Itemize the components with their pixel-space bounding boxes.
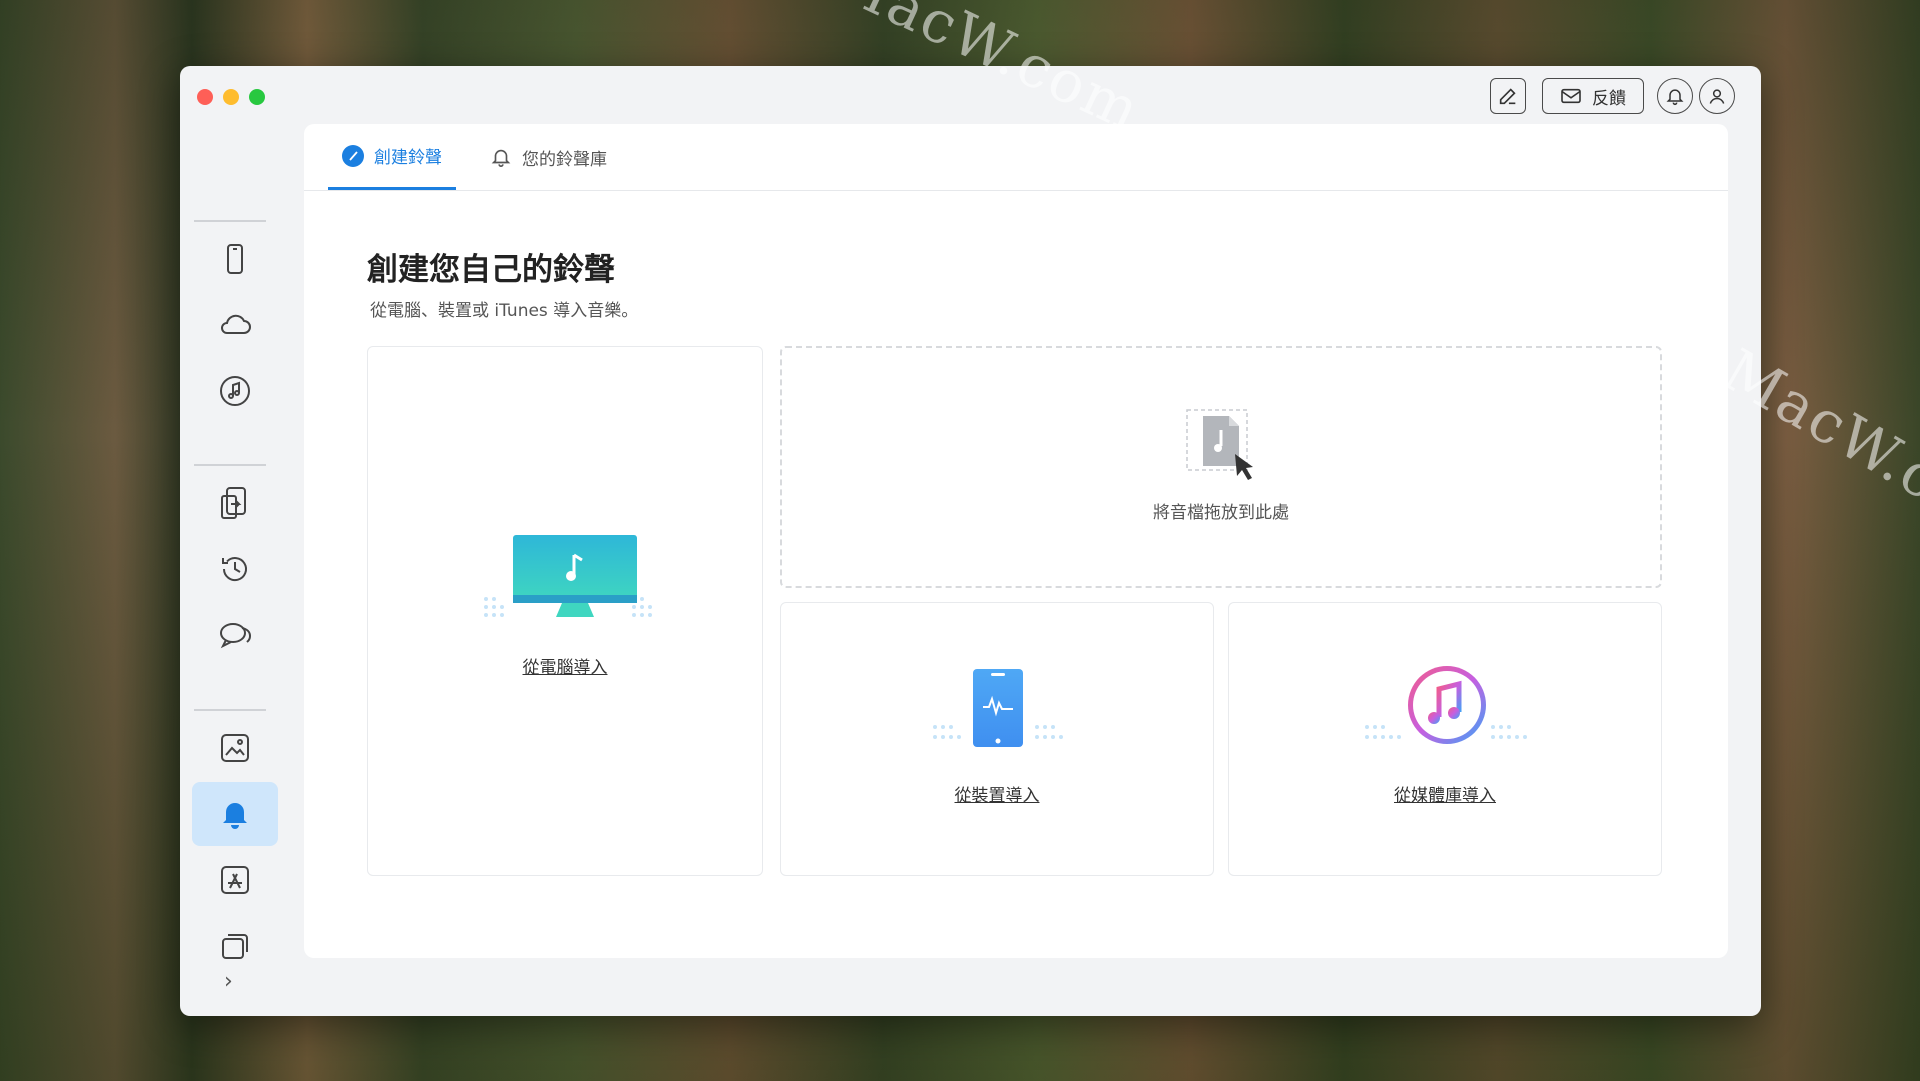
transfer-icon [221,487,246,519]
cloud-icon [221,314,251,334]
account-button[interactable] [1699,78,1735,114]
tab-label: 創建鈴聲 [374,148,442,168]
drop-zone-label: 將音檔拖放到此處 [1153,503,1289,523]
audio-drop-zone[interactable]: 將音檔拖放到此處 [780,346,1662,588]
app-store-icon [221,866,249,894]
sidebar-item-history[interactable] [192,537,278,601]
sidebar-divider [194,709,266,711]
history-icon [222,557,247,581]
phone-icon [227,244,243,274]
feedback-button[interactable]: 反饋 [1542,78,1644,114]
bell-icon [223,803,247,829]
app-window: 反饋 › 創建鈴聲 您的鈴聲庫 創建您自己的鈴聲 從電腦、裝置或 iTunes … [180,66,1761,1016]
messages-icon [220,623,252,649]
bell-icon [1666,89,1684,106]
user-icon [1709,89,1725,104]
itunes-icon [1365,666,1527,744]
sidebar-item-device[interactable] [192,227,278,291]
feedback-label: 反饋 [1592,88,1626,109]
sidebar-item-ringtone[interactable] [192,782,278,846]
page-subtitle: 從電腦、裝置或 iTunes 導入音樂。 [370,301,639,321]
phone-waveform-icon [933,669,1063,747]
import-from-library-card[interactable]: 從媒體庫導入 [1228,602,1662,876]
import-from-device-card[interactable]: 從裝置導入 [780,602,1214,876]
zoom-button[interactable] [249,89,265,105]
sidebar-item-convert[interactable] [192,716,278,780]
photo-convert-icon [221,734,249,762]
sidebar-item-more[interactable] [192,914,278,978]
import-from-computer-link[interactable]: 從電腦導入 [368,653,762,678]
import-from-computer-card[interactable]: 從電腦導入 [367,346,763,876]
sidebar-item-music[interactable] [192,359,278,423]
bell-icon [491,149,511,167]
import-from-library-link[interactable]: 從媒體庫導入 [1229,781,1661,806]
import-from-device-link[interactable]: 從裝置導入 [781,781,1213,806]
mail-icon [1561,88,1581,104]
layers-icon [222,934,248,959]
sidebar-item-transfer[interactable] [192,471,278,535]
sidebar-item-messages[interactable] [192,603,278,667]
tab-label: 您的鈴聲庫 [522,149,607,170]
page-title: 創建您自己的鈴聲 [367,252,615,288]
check-circle-icon [342,144,364,167]
computer-music-icon [484,535,652,617]
notifications-button[interactable] [1657,78,1693,114]
sidebar: › [180,126,292,1016]
tab-create-ringtone[interactable]: 創建鈴聲 [328,124,456,190]
tab-ringtone-library[interactable]: 您的鈴聲庫 [490,124,607,190]
minimize-button[interactable] [223,89,239,105]
chevron-right-icon: › [224,969,233,994]
sidebar-divider [194,220,266,222]
edit-button[interactable] [1490,78,1526,114]
main-content: 創建鈴聲 您的鈴聲庫 創建您自己的鈴聲 從電腦、裝置或 iTunes 導入音樂。 [304,124,1728,958]
tab-bar: 創建鈴聲 您的鈴聲庫 [304,124,1728,191]
pencil-icon [1499,88,1516,105]
sidebar-item-app-manager[interactable] [192,848,278,912]
music-icon [220,376,250,406]
drag-file-icon [1186,409,1253,480]
sidebar-expand-button[interactable]: › [224,969,233,994]
sidebar-divider [194,464,266,466]
close-button[interactable] [197,89,213,105]
sidebar-item-icloud[interactable] [192,293,278,357]
